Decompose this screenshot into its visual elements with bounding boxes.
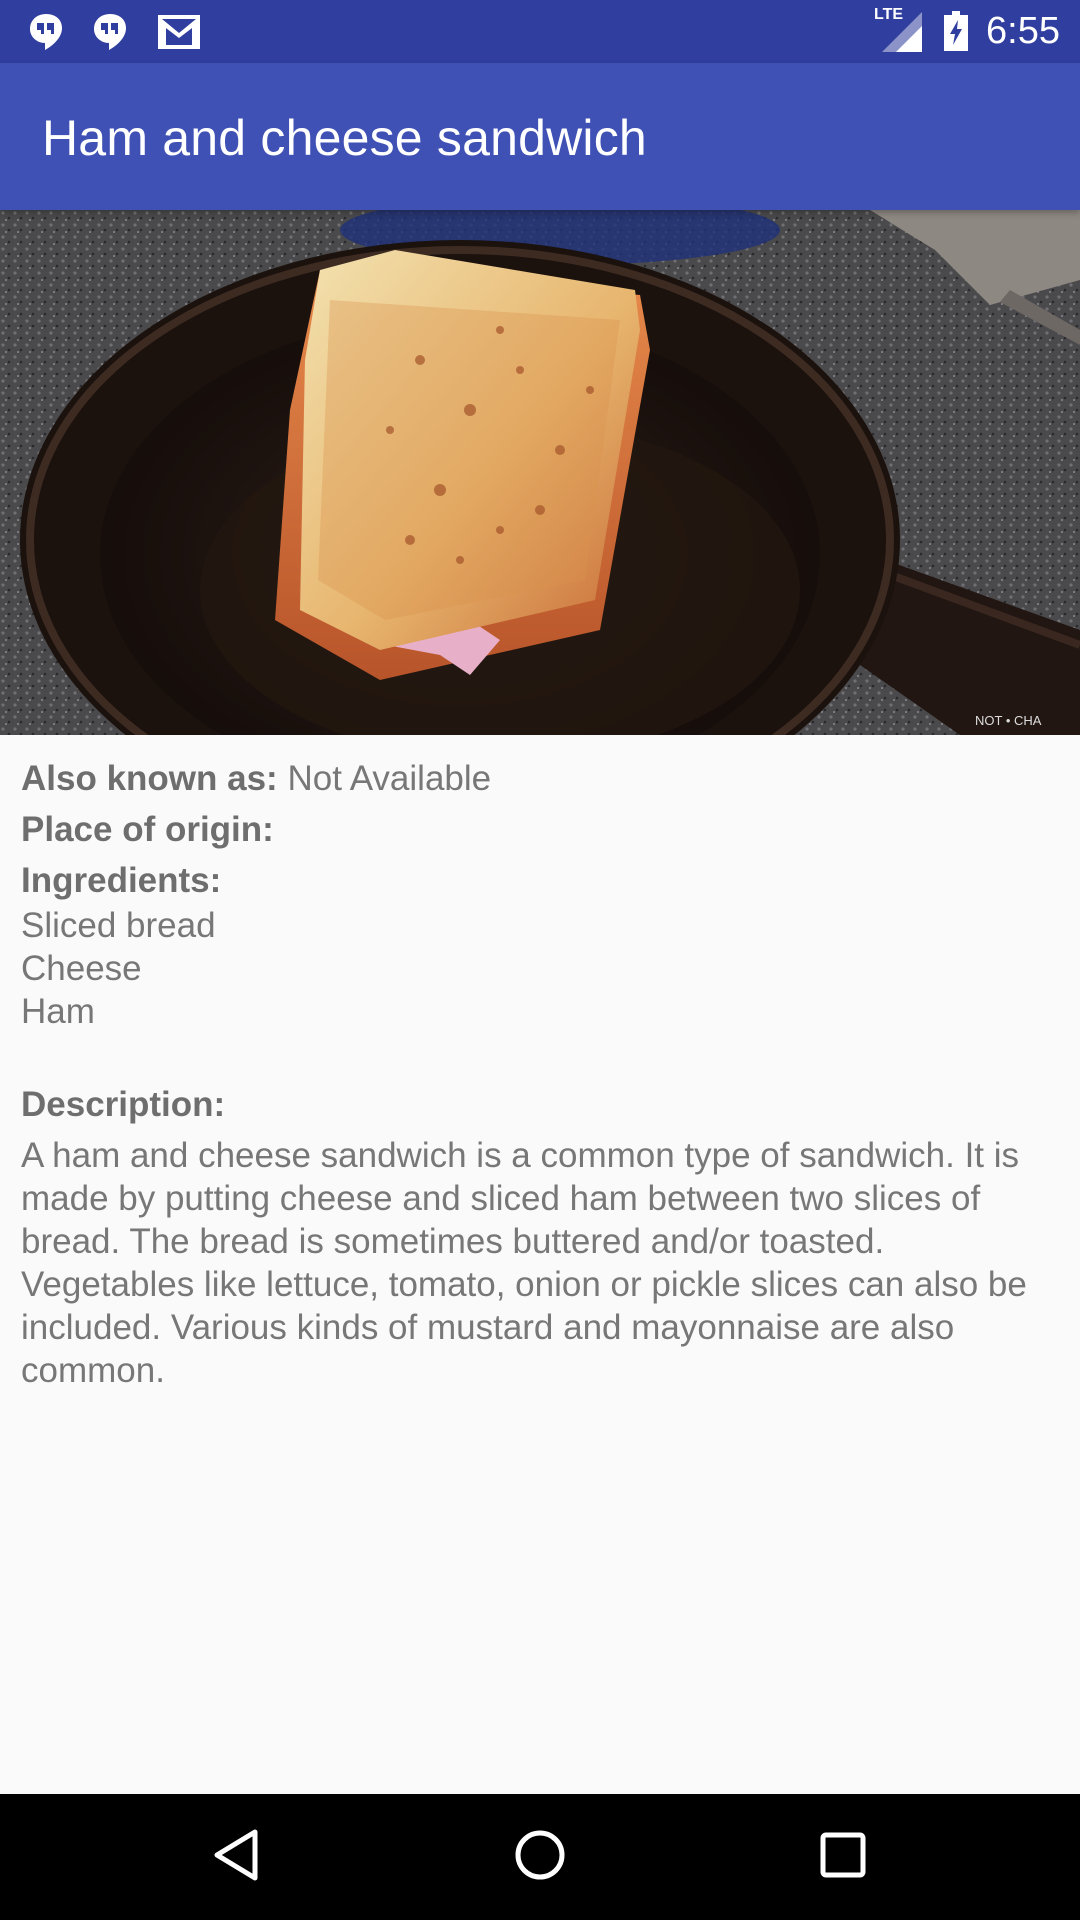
ingredients-list: Sliced bread Cheese Ham bbox=[21, 904, 1066, 1033]
recents-button[interactable] bbox=[810, 1824, 876, 1890]
page-title: Ham and cheese sandwich bbox=[42, 110, 647, 166]
description-label-row: Description: bbox=[21, 1083, 1066, 1126]
hangouts-icon bbox=[92, 12, 128, 52]
lte-signal-icon: LTE bbox=[874, 6, 926, 54]
navigation-bar bbox=[0, 1794, 1080, 1920]
status-time: 6:55 bbox=[986, 9, 1060, 52]
back-icon bbox=[211, 1828, 261, 1887]
gmail-icon bbox=[156, 13, 202, 51]
status-bar: LTE 6:55 bbox=[0, 0, 1080, 63]
ingredients-label-row: Ingredients: bbox=[21, 859, 1066, 902]
ingredients-label: Ingredients: bbox=[21, 861, 222, 900]
ingredient-item: Ham bbox=[21, 992, 95, 1031]
battery-charging-icon bbox=[944, 11, 969, 51]
system-status-icons: LTE 6:55 bbox=[874, 6, 1060, 54]
dish-details: Also known as: Not Available Place of or… bbox=[21, 757, 1066, 1392]
app-bar: Ham and cheese sandwich bbox=[0, 63, 1080, 210]
ingredient-item: Cheese bbox=[21, 949, 142, 988]
ingredient-item: Sliced bread bbox=[21, 906, 216, 945]
home-icon bbox=[513, 1828, 567, 1887]
also-known-value: Not Available bbox=[287, 759, 492, 798]
origin-label: Place of origin: bbox=[21, 810, 274, 849]
description-label: Description: bbox=[21, 1085, 226, 1124]
photo-watermark: NOT • CHA bbox=[975, 713, 1042, 728]
origin-row: Place of origin: bbox=[21, 808, 1066, 851]
home-button[interactable] bbox=[507, 1824, 573, 1890]
recents-icon bbox=[819, 1831, 867, 1884]
also-known-label: Also known as: bbox=[21, 759, 278, 798]
hangouts-icon bbox=[28, 12, 64, 52]
notification-icons bbox=[28, 10, 202, 54]
lte-label: LTE bbox=[874, 6, 904, 23]
also-known-row: Also known as: Not Available bbox=[21, 757, 1066, 800]
description-text: A ham and cheese sandwich is a common ty… bbox=[21, 1136, 1027, 1390]
dish-photo: NOT • CHA bbox=[0, 210, 1080, 735]
back-button[interactable] bbox=[203, 1824, 269, 1890]
